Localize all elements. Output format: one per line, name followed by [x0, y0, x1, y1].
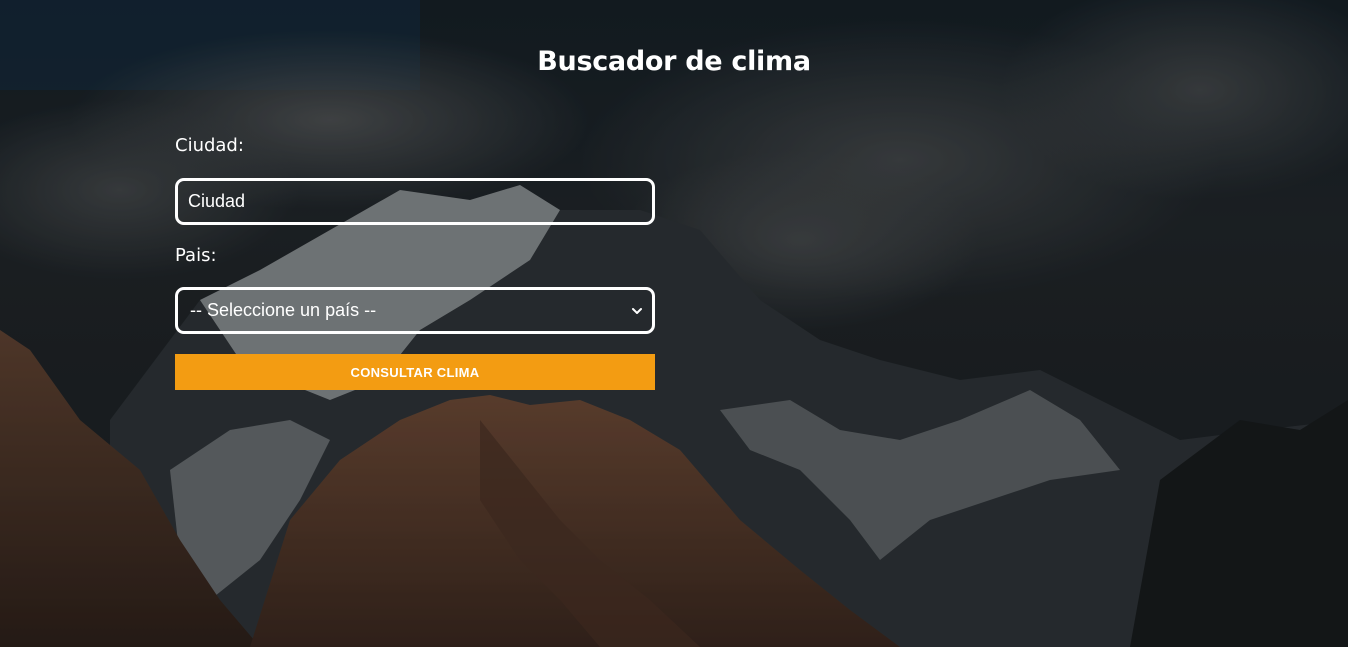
country-select-value: -- Seleccione un país -- — [190, 300, 377, 320]
country-label: Pais: — [175, 245, 217, 266]
weather-search-form: Ciudad: Pais: -- Seleccione un país -- C… — [175, 133, 655, 390]
chevron-down-icon — [632, 308, 642, 314]
consultar-clima-button[interactable]: CONSULTAR CLIMA — [175, 354, 655, 390]
page-title: Buscador de clima — [537, 46, 811, 77]
page: Buscador de clima Ciudad: Pais: -- Selec… — [0, 0, 1348, 647]
country-select[interactable]: -- Seleccione un país -- — [175, 287, 655, 334]
city-input[interactable] — [175, 178, 655, 225]
city-label: Ciudad: — [175, 135, 244, 156]
